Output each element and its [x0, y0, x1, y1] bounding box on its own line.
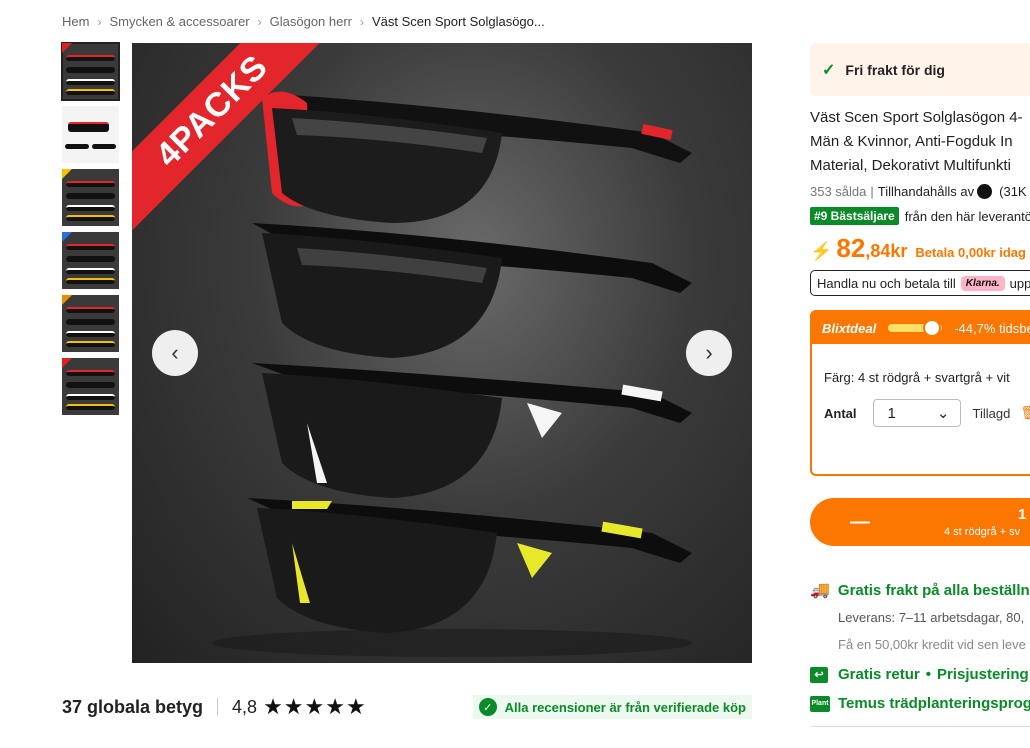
price-row: ⚡ 82 ,84kr Betala 0,00kr idag — [810, 233, 1030, 264]
provided-by-label: Tillhandahålls av — [877, 184, 975, 199]
price-fraction: ,84kr — [865, 241, 908, 261]
thumbnail-1[interactable] — [61, 42, 120, 101]
plant-icon: Plant — [810, 695, 830, 712]
seller-follower-count[interactable]: (31K — [999, 184, 1026, 199]
star-rating-icon: ★★★★★ — [263, 694, 367, 719]
sunglasses-red — [257, 91, 692, 223]
quantity-label: Antal — [824, 405, 857, 421]
thumbnail-4[interactable] — [62, 232, 119, 289]
sunglasses-black — [252, 223, 692, 358]
cart-variant: 4 st rödgrå + sv — [944, 526, 1021, 538]
return-box-icon: ↩ — [810, 666, 828, 683]
thumbnail-2[interactable] — [62, 106, 119, 163]
chevron-down-icon: ⌄ — [936, 405, 950, 422]
product-main-image[interactable]: 4PACKS ‹ › — [132, 43, 752, 663]
quantity-row: Antal 1 ⌄ Tillagd 🗑 — [812, 399, 1030, 427]
quantity-value: 1 — [887, 404, 896, 422]
flash-deal-box: Blixtdeal -44,7% tidsbe Färg: 4 st rödgr… — [810, 310, 1030, 476]
shipping-title: Gratis frakt på alla beställn — [837, 581, 1030, 599]
sunglasses-white — [252, 363, 692, 498]
product-meta: 353 sålda | Tillhandahålls av (31K — [810, 184, 1030, 199]
pay-today-text: Betala 0,00kr idag — [915, 245, 1026, 260]
chevron-right-icon: › — [360, 14, 365, 29]
bestseller-row: #9 Bästsäljare från den här leverantö — [810, 207, 1030, 225]
thumbnail-3[interactable] — [62, 169, 119, 226]
klarna-prefix: Handla nu och betala till — [817, 275, 956, 291]
breadcrumb-jewelry[interactable]: Smycken & accessoarer — [109, 14, 249, 29]
product-info-panel: ✓ Fri frakt för dig Väst Scen Sport Solg… — [810, 43, 1030, 727]
gallery-next-button[interactable]: › — [686, 330, 732, 376]
returns-row[interactable]: ↩ Gratis retur • Prisjustering — [810, 666, 1030, 683]
chevron-right-icon: › — [97, 14, 102, 29]
klarna-suffix: upp t — [1009, 275, 1030, 291]
chevron-left-icon: ‹ — [171, 340, 179, 365]
sold-count: 353 sålda — [810, 184, 867, 199]
lightning-icon: ⚡ — [810, 241, 833, 261]
flash-deal-discount: -44,7% tidsbe — [954, 320, 1030, 336]
bestseller-badge[interactable]: #9 Bästsäljare — [810, 207, 899, 225]
added-text: Tillagd — [972, 405, 1011, 421]
shield-check-icon: ✓ — [478, 698, 497, 716]
thumbnail-tag — [62, 43, 72, 53]
bestseller-text: från den här leverantö — [904, 208, 1030, 224]
breadcrumb-home[interactable]: Hem — [62, 14, 89, 29]
thumbnail-5[interactable] — [62, 295, 119, 352]
chevron-right-icon: › — [257, 14, 262, 29]
klarna-info[interactable]: Handla nu och betala till Klarna. upp t — [810, 270, 1030, 296]
tree-planting-row[interactable]: Plant Temus trädplanteringsprog — [810, 695, 1030, 712]
price-adjust-text: Prisjustering — [936, 666, 1029, 683]
trash-icon[interactable]: 🗑 — [1020, 405, 1030, 421]
thumbnail-list — [61, 42, 120, 421]
breadcrumb: Hem › Smycken & accessoarer › Glasögon h… — [62, 14, 545, 29]
section-divider — [810, 726, 1030, 727]
chevron-right-icon: › — [705, 340, 713, 365]
verified-reviews-badge: ✓ Alla recensioner är från verifierade k… — [472, 695, 752, 719]
seller-avatar-icon[interactable] — [977, 184, 993, 199]
quantity-select[interactable]: 1 ⌄ — [872, 399, 961, 427]
tree-planting-text: Temus trädplanteringsprog — [838, 695, 1030, 712]
verified-reviews-text: Alla recensioner är från verifierade köp — [504, 699, 746, 715]
klarna-logo: Klarna. — [960, 275, 1005, 291]
truck-icon: 🚚 — [810, 582, 830, 599]
color-selection[interactable]: Färg: 4 st rödgrå + svartgrå + vit — [812, 370, 1030, 385]
sunglasses-yellow — [247, 498, 692, 633]
flash-deal-header: Blixtdeal -44,7% tidsbe — [812, 312, 1030, 344]
add-to-cart-button[interactable]: — 1 4 st rödgrå + sv — [810, 498, 1030, 546]
meta-separator: | — [870, 184, 874, 199]
check-icon: ✓ — [822, 61, 836, 79]
rating-bar: 37 globala betyg 4,8 ★★★★★ ✓ Alla recens… — [62, 693, 752, 721]
free-shipping-text: Fri frakt för dig — [845, 61, 945, 78]
price-main: 82 — [836, 233, 866, 263]
delivery-time: Leverans: 7–11 arbetsdagar, 80, — [838, 610, 1025, 625]
decrease-quantity-button[interactable]: — — [850, 511, 870, 534]
product-title-line: Material, Dekorativt Multifunkti — [810, 157, 1011, 174]
product-title-line: Män & Kvinnor, Anti-Fogduk In — [810, 133, 1013, 150]
rating-divider — [217, 698, 219, 716]
product-title-line: Väst Scen Sport Solglasögon 4- — [810, 109, 1023, 126]
flash-deal-title: Blixtdeal — [822, 320, 877, 336]
shipping-row[interactable]: 🚚 Gratis frakt på alla beställn — [810, 580, 1030, 600]
rating-score: 4,8 — [232, 696, 258, 717]
thumbnail-6[interactable] — [62, 358, 119, 415]
cart-quantity: 1 — [1018, 506, 1027, 523]
dot-separator: • — [925, 666, 931, 683]
late-delivery-credit: Få en 50,00kr kredit vid sen leve — [838, 637, 1026, 652]
product-title: Väst Scen Sport Solglasögon 4- Män & Kvi… — [810, 106, 1030, 178]
breadcrumb-current: Väst Scen Sport Solglasögo... — [372, 14, 545, 29]
free-shipping-banner: ✓ Fri frakt för dig — [810, 43, 1030, 96]
breadcrumb-glasses[interactable]: Glasögon herr — [270, 14, 352, 29]
free-returns-text: Gratis retur — [838, 666, 920, 683]
rating-count[interactable]: 37 globala betyg — [62, 697, 203, 718]
flash-deal-progress — [888, 319, 943, 337]
gallery-prev-button[interactable]: ‹ — [152, 330, 198, 376]
flash-deal-progress-knob — [923, 319, 942, 337]
